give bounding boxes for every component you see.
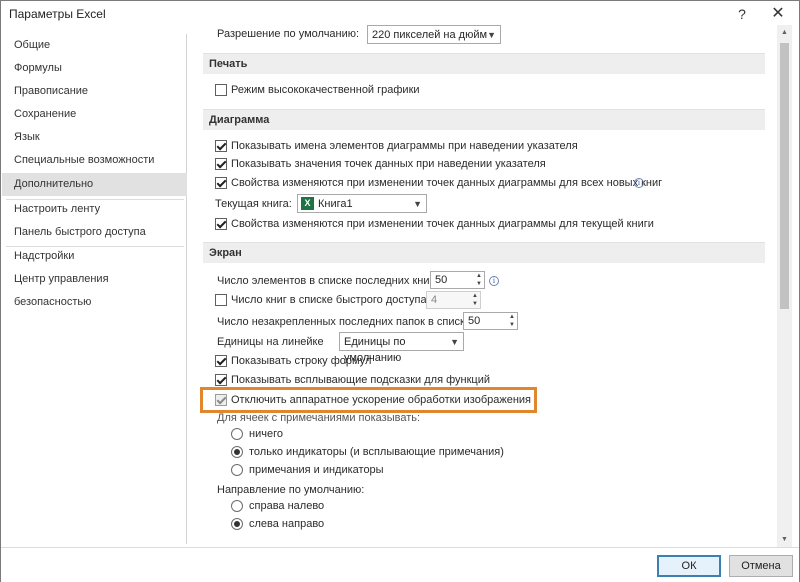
sidebar-item-trust-center[interactable]: Центр управления безопасностью (2, 268, 187, 308)
show-element-names-checkbox[interactable] (215, 140, 227, 152)
direction-ltr-radio[interactable] (231, 518, 243, 530)
section-chart-header: Диаграмма (203, 109, 765, 130)
direction-ltr-label: слева направо (249, 518, 325, 530)
props-all-books-checkbox[interactable] (215, 177, 227, 189)
unpinned-folders-label: Число незакрепленных последних папок в с… (217, 316, 475, 328)
sidebar-item-formulas[interactable]: Формулы (2, 57, 187, 80)
unpinned-folders-stepper[interactable]: 50 ▲ ▼ (463, 312, 518, 330)
formula-bar-row[interactable]: Показывать строку формул (215, 352, 615, 370)
unpinned-folders-value: 50 (468, 315, 481, 327)
window-title: Параметры Excel (9, 7, 106, 21)
recent-books-label: Число элементов в списке последних книг: (217, 275, 437, 287)
advanced-options-panel: Разрешение по умолчанию: 220 пикселей на… (191, 25, 777, 547)
current-book-select[interactable]: X Книга1 ▼ (297, 194, 427, 213)
current-book-value: Книга1 (318, 198, 353, 210)
show-data-values-checkbox[interactable] (215, 158, 227, 170)
formula-bar-checkbox[interactable] (215, 355, 227, 367)
high-quality-graphics-row[interactable]: Режим высококачественной графики (215, 81, 715, 99)
sidebar-item-addins[interactable]: Надстройки (2, 245, 187, 268)
sidebar-item-language[interactable]: Язык (2, 126, 187, 149)
dialog-footer: ОК Отмена (1, 547, 799, 582)
sidebar-item-save[interactable]: Сохранение (2, 103, 187, 126)
comments-option-none-row[interactable]: ничего (231, 425, 531, 443)
ruler-units-label: Единицы на линейке (217, 336, 324, 348)
recent-books-stepper[interactable]: 50 ▲ ▼ (430, 271, 485, 289)
direction-rtl-radio[interactable] (231, 500, 243, 512)
props-current-book-row[interactable]: Свойства изменяются при изменении точек … (215, 215, 755, 233)
direction-rtl-label: справа налево (249, 500, 325, 512)
comments-option-both-row[interactable]: примечания и индикаторы (231, 461, 531, 479)
quick-access-books-row[interactable]: Число книг в списке быстрого доступа (215, 291, 435, 309)
vertical-scrollbar[interactable]: ▲ ▼ (777, 25, 792, 547)
comments-option-both-radio[interactable] (231, 464, 243, 476)
recent-books-value: 50 (435, 274, 448, 286)
help-button[interactable]: ? (728, 3, 756, 25)
function-tips-checkbox[interactable] (215, 374, 227, 386)
sidebar-item-advanced[interactable]: Дополнительно (2, 173, 187, 196)
spin-arrows-icon[interactable]: ▲ ▼ (507, 313, 517, 329)
show-element-names-row[interactable]: Показывать имена элементов диаграммы при… (215, 137, 755, 155)
sidebar-item-proofing[interactable]: Правописание (2, 80, 187, 103)
sidebar-item-customize-ribbon[interactable]: Настроить ленту (2, 198, 187, 221)
quick-access-books-stepper[interactable]: 4 ▲ ▼ (426, 291, 481, 309)
show-data-values-row[interactable]: Показывать значения точек данных при нав… (215, 155, 755, 173)
comments-option-none-label: ничего (249, 428, 283, 440)
chevron-down-icon: ▼ (413, 199, 422, 209)
direction-rtl-row[interactable]: справа налево (231, 497, 431, 515)
spin-arrows-icon[interactable]: ▲ ▼ (470, 292, 480, 308)
comments-option-indicators-radio[interactable] (231, 446, 243, 458)
section-screen-header: Экран (203, 242, 765, 263)
default-resolution-select[interactable]: 220 пикселей на дюйм ▼ (367, 25, 501, 44)
props-all-books-label: Свойства изменяются при изменении точек … (231, 177, 663, 189)
comments-option-none-radio[interactable] (231, 428, 243, 440)
excel-options-dialog: Параметры Excel ? ✕ Общие Формулы Правоп… (0, 0, 800, 582)
default-resolution-value: 220 пикселей на дюйм (372, 29, 488, 41)
comments-option-indicators-label: только индикаторы (и всплывающие примеча… (249, 446, 504, 458)
direction-ltr-row[interactable]: слева направо (231, 515, 431, 533)
scrollbar-thumb[interactable] (780, 43, 789, 309)
chevron-down-icon: ▼ (487, 30, 496, 40)
quick-access-books-label: Число книг в списке быстрого доступа (231, 294, 427, 306)
unpinned-folders-row: Число незакрепленных последних папок в с… (217, 313, 474, 331)
high-quality-graphics-label: Режим высококачественной графики (231, 84, 420, 96)
comments-option-indicators-row[interactable]: только индикаторы (и всплывающие примеча… (231, 443, 551, 461)
current-book-label: Текущая книга: (215, 198, 292, 210)
section-print-header: Печать (203, 53, 765, 74)
ruler-units-select[interactable]: Единицы по умолчанию ▼ (339, 332, 464, 364)
recent-books-row: Число элементов в списке последних книг: (217, 272, 437, 290)
show-element-names-label: Показывать имена элементов диаграммы при… (231, 140, 578, 152)
props-all-books-row[interactable]: Свойства изменяются при изменении точек … (215, 174, 755, 192)
props-current-book-label: Свойства изменяются при изменении точек … (231, 218, 654, 230)
sidebar-item-accessibility[interactable]: Специальные возможности (2, 149, 187, 172)
sidebar-item-general[interactable]: Общие (2, 34, 187, 57)
chevron-down-icon: ▼ (450, 337, 459, 347)
quick-access-books-checkbox[interactable] (215, 294, 227, 306)
cancel-button[interactable]: Отмена (729, 555, 793, 577)
info-icon: i (634, 178, 644, 188)
props-current-book-checkbox[interactable] (215, 218, 227, 230)
ok-button[interactable]: ОК (657, 555, 721, 577)
high-quality-graphics-checkbox[interactable] (215, 84, 227, 96)
formula-bar-label: Показывать строку формул (231, 355, 372, 367)
quick-access-books-value: 4 (431, 294, 438, 306)
spin-arrows-icon[interactable]: ▲ ▼ (474, 272, 484, 288)
ruler-units-row: Единицы на линейке (217, 333, 337, 351)
comments-option-both-label: примечания и индикаторы (249, 464, 384, 476)
show-data-values-label: Показывать значения точек данных при нав… (231, 158, 546, 170)
title-bar: Параметры Excel ? ✕ (1, 1, 799, 27)
excel-workbook-icon: X (301, 197, 314, 210)
sidebar-item-quick-access-toolbar[interactable]: Панель быстрого доступа (2, 221, 187, 244)
info-icon: i (489, 276, 499, 286)
scroll-down-icon[interactable]: ▼ (777, 532, 792, 547)
close-button[interactable]: ✕ (764, 3, 792, 25)
default-resolution-label: Разрешение по умолчанию: (217, 28, 360, 40)
scroll-up-icon[interactable]: ▲ (777, 25, 792, 40)
categories-sidebar: Общие Формулы Правописание Сохранение Яз… (2, 34, 187, 544)
